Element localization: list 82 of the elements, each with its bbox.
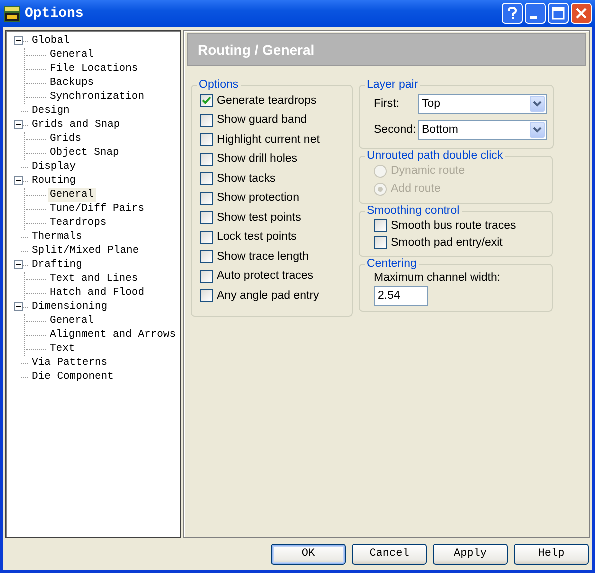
collapse-toggle[interactable] xyxy=(14,120,23,129)
dropdown[interactable]: Bottom xyxy=(418,120,547,140)
checkbox-label: Any angle pad entry xyxy=(217,290,320,302)
collapse-toggle[interactable] xyxy=(14,302,23,311)
collapse-toggle[interactable] xyxy=(14,260,23,269)
checkbox-label: Generate teardrops xyxy=(217,94,317,107)
maximize-icon[interactable] xyxy=(548,3,569,24)
radio-label: Dynamic route xyxy=(391,165,466,177)
help-icon[interactable] xyxy=(502,3,523,24)
tree-item[interactable]: Via Patterns xyxy=(30,356,110,370)
tree-item[interactable]: Thermals xyxy=(30,230,84,244)
tree-item[interactable]: Grids and Snap xyxy=(30,118,122,132)
tree-item[interactable]: Tune/Diff Pairs xyxy=(48,202,147,216)
dialog-button[interactable]: Apply xyxy=(433,544,508,564)
tree-item[interactable]: Text xyxy=(48,342,78,356)
tree-item[interactable]: General xyxy=(48,314,96,328)
checkbox[interactable] xyxy=(200,211,213,224)
tree-item[interactable]: Object Snap xyxy=(48,146,122,160)
tree-item[interactable]: Teardrops xyxy=(48,216,109,230)
tree-item[interactable]: Text and Lines xyxy=(48,272,140,286)
tree-item[interactable]: Dimensioning xyxy=(30,300,110,314)
chevron-down-icon xyxy=(533,127,542,133)
radio-label: Add route xyxy=(391,183,441,195)
checkbox-label: Show protection xyxy=(217,192,300,204)
checkbox[interactable] xyxy=(200,192,213,205)
field-label: Second: xyxy=(374,124,418,136)
checkbox-label: Show test points xyxy=(217,212,302,224)
checkbox-label: Auto protect traces xyxy=(217,270,314,282)
field-label: Maximum channel width: xyxy=(373,272,502,284)
checkbox-label: Highlight current net xyxy=(217,134,320,146)
checkbox-label: Smooth bus route traces xyxy=(391,220,516,232)
checkbox-label: Show trace length xyxy=(217,250,310,263)
page-header: Routing / General xyxy=(187,33,586,66)
tree-item[interactable]: General xyxy=(48,48,96,62)
group-title: Layer pair xyxy=(366,79,420,91)
group-title: Unrouted path double click xyxy=(366,150,504,162)
minimize-icon[interactable] xyxy=(525,3,546,24)
tree-item[interactable]: Synchronization xyxy=(48,90,147,104)
checkbox[interactable] xyxy=(374,236,387,249)
checkbox-label: Lock test points xyxy=(217,231,297,244)
tree-item[interactable]: File Locations xyxy=(48,62,140,76)
collapse-toggle[interactable] xyxy=(14,36,23,45)
tree-item[interactable]: Routing xyxy=(30,174,78,188)
checkbox-label: Show guard band xyxy=(217,114,308,126)
checkbox[interactable] xyxy=(374,219,387,232)
group-title: Smoothing control xyxy=(366,205,461,217)
tree-item[interactable]: Hatch and Flood xyxy=(48,286,147,300)
input-field[interactable]: 2.54 xyxy=(374,286,428,306)
tree-item[interactable]: Design xyxy=(30,104,72,118)
checkbox[interactable] xyxy=(200,133,213,146)
checkbox-label: Show drill holes xyxy=(217,153,298,166)
dropdown[interactable]: Top xyxy=(418,94,547,114)
tree-item[interactable]: General xyxy=(48,188,96,202)
checkbox-label: Smooth pad entry/exit xyxy=(391,236,503,248)
chevron-down-icon xyxy=(533,101,542,107)
tree-item[interactable]: Alignment and Arrows xyxy=(48,328,178,342)
tree-item[interactable]: Die Component xyxy=(30,370,116,384)
checkbox[interactable] xyxy=(200,250,213,264)
app-icon xyxy=(4,6,20,22)
checkbox[interactable] xyxy=(200,270,213,283)
group-title: Options xyxy=(198,79,240,91)
checkbox[interactable] xyxy=(200,230,213,244)
window-title: Options xyxy=(25,6,85,22)
group-title: Centering xyxy=(366,258,418,270)
collapse-toggle[interactable] xyxy=(14,176,23,185)
close-icon[interactable] xyxy=(571,3,592,24)
checkbox[interactable] xyxy=(200,114,213,127)
dialog-button[interactable]: Help xyxy=(514,544,589,564)
tree-item[interactable]: Backups xyxy=(48,76,96,90)
checkbox[interactable] xyxy=(200,172,213,186)
checkbox[interactable] xyxy=(200,289,213,302)
dialog-button[interactable]: OK xyxy=(271,544,346,564)
tree-item[interactable]: Display xyxy=(30,160,78,174)
checkbox[interactable] xyxy=(200,152,213,166)
tree-item[interactable]: Drafting xyxy=(30,258,84,272)
tree-item[interactable]: Split/Mixed Plane xyxy=(30,244,142,258)
checkbox-label: Show tacks xyxy=(217,172,276,185)
field-label: First: xyxy=(374,98,401,110)
dialog-button[interactable]: Cancel xyxy=(352,544,427,564)
tree-item[interactable]: Global xyxy=(30,34,72,48)
checkbox[interactable] xyxy=(200,94,213,108)
tree-item[interactable]: Grids xyxy=(48,132,84,146)
